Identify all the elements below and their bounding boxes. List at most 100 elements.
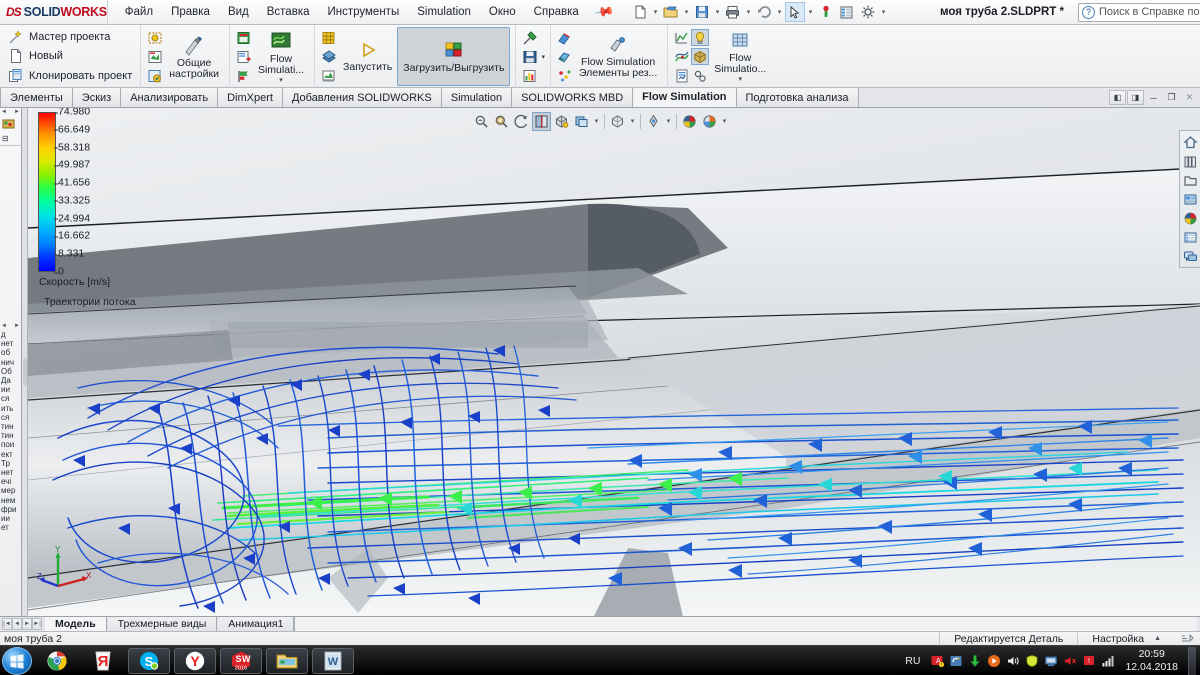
menu-item-tools[interactable]: Инструменты xyxy=(319,2,409,22)
open-document-caret-icon[interactable]: ▾ xyxy=(682,8,691,16)
taskbar-app-solidworks-2016[interactable]: S W 2016 xyxy=(220,647,262,674)
home-resources-icon[interactable] xyxy=(1181,133,1199,151)
view-settings-icon[interactable] xyxy=(700,112,719,131)
flow-simulation-button[interactable]: Flow Simulati... ▾ xyxy=(253,27,309,86)
undo-caret-icon[interactable]: ▾ xyxy=(775,8,784,16)
alert-icon[interactable]: ! xyxy=(1081,653,1096,668)
surface-plot-icon[interactable] xyxy=(556,48,574,65)
tab-evaluate[interactable]: Анализировать xyxy=(121,88,219,107)
tab-features[interactable]: Элементы xyxy=(0,88,73,107)
appearances-scenes-icon[interactable] xyxy=(1181,209,1199,227)
flow-trajectory-icon[interactable] xyxy=(673,48,691,65)
view-orientation-icon[interactable] xyxy=(552,112,571,131)
shield-icon[interactable] xyxy=(1024,653,1039,668)
fluid-subdomain-icon[interactable] xyxy=(146,48,164,65)
save-icon[interactable] xyxy=(692,2,712,22)
windows-start-icon[interactable] xyxy=(2,646,32,675)
antivirus-icon[interactable]: A! xyxy=(929,653,944,668)
taskbar-app-chrome[interactable] xyxy=(36,648,78,674)
file-explorer-icon[interactable] xyxy=(1181,171,1199,189)
open-document-icon[interactable] xyxy=(661,2,681,22)
view-settings-caret-icon[interactable]: ▾ xyxy=(720,117,729,125)
tab-solidworks-mbd[interactable]: SOLIDWORKS MBD xyxy=(512,88,634,107)
prev-tab-icon[interactable]: ◄ xyxy=(12,618,22,630)
component-control-icon[interactable] xyxy=(146,67,164,84)
run-button[interactable]: Запустить xyxy=(338,27,397,86)
prev-doc-icon[interactable]: ◧ xyxy=(1109,90,1126,105)
fm-tree-root-icon[interactable] xyxy=(0,116,21,134)
fm-nav-arrows[interactable]: ◄ ► xyxy=(0,108,21,116)
menu-item-file[interactable]: Файл xyxy=(116,2,162,22)
menu-item-window[interactable]: Окно xyxy=(480,2,525,22)
general-settings-button[interactable]: Общие настройки xyxy=(164,27,224,86)
taskbar-app-yandex-browser[interactable]: Y xyxy=(174,647,216,674)
custom-properties-icon[interactable] xyxy=(1181,228,1199,246)
pushpin-icon[interactable]: 📌 xyxy=(586,0,622,28)
status-configuration[interactable]: Настройка ▲ xyxy=(1077,631,1175,646)
solidworks-forum-icon[interactable] xyxy=(1181,247,1199,265)
settings-gear-icon[interactable] xyxy=(858,2,878,22)
edit-appearance-icon[interactable] xyxy=(644,112,663,131)
tab-solidworks-addins[interactable]: Добавления SOLIDWORKS xyxy=(282,88,442,107)
mute-speaker-icon[interactable] xyxy=(1062,653,1077,668)
undo-icon[interactable] xyxy=(754,2,774,22)
chart-icon[interactable] xyxy=(521,67,539,84)
taskbar-clock[interactable]: 20:59 12.04.2018 xyxy=(1119,648,1184,674)
menu-item-edit[interactable]: Правка xyxy=(162,2,219,22)
doc-minimize-icon[interactable]: ─ xyxy=(1145,90,1162,105)
fm-tree-expander[interactable]: ⊟ xyxy=(0,134,21,143)
zoom-to-area-icon[interactable] xyxy=(492,112,511,131)
flow-sim-dropdown-icon[interactable]: ▾ xyxy=(279,76,283,84)
download-arrow-icon[interactable] xyxy=(967,653,982,668)
results-dropdown-icon[interactable]: ▾ xyxy=(541,53,545,61)
first-tab-icon[interactable]: |◄ xyxy=(2,618,12,630)
select-icon[interactable] xyxy=(784,2,805,22)
clone-project-button[interactable]: Клонировать проект xyxy=(5,68,135,84)
display-model-icon[interactable] xyxy=(691,48,710,65)
goals-icon[interactable] xyxy=(235,48,253,65)
tray-language-indicator[interactable]: RU xyxy=(900,655,925,667)
section-view-icon[interactable] xyxy=(532,111,551,131)
taskbar-app-wordpad[interactable]: W xyxy=(312,647,354,674)
taskbar-app-file-explorer[interactable] xyxy=(266,647,308,674)
menu-item-help[interactable]: Справка xyxy=(525,2,588,22)
print-icon[interactable] xyxy=(723,2,743,22)
save-results-icon[interactable] xyxy=(521,48,539,65)
new-document-icon[interactable] xyxy=(630,2,650,22)
settings-caret-icon[interactable]: ▾ xyxy=(879,8,888,16)
cut-plot-icon[interactable] xyxy=(556,29,574,46)
probe-icon[interactable] xyxy=(521,29,539,46)
doc-tab-model[interactable]: Модель xyxy=(44,617,107,631)
graphics-viewport[interactable]: 74.980 66.649 58.318 49.987 41.656 33.32… xyxy=(28,108,1200,616)
options-grid-icon[interactable] xyxy=(837,2,857,22)
flow-display-dropdown-icon[interactable]: ▾ xyxy=(738,75,742,83)
doc-tab-animation1[interactable]: Анимация1 xyxy=(217,617,295,631)
media-player-icon[interactable] xyxy=(986,653,1001,668)
network-share-icon[interactable] xyxy=(1043,653,1058,668)
next-tab-icon[interactable]: ► xyxy=(22,618,32,630)
doc-tab-3d-views[interactable]: Трехмерные виды xyxy=(106,617,218,631)
tools-icon[interactable] xyxy=(691,67,709,84)
menu-item-simulation[interactable]: Simulation xyxy=(408,2,480,22)
feature-manager-panel[interactable]: ◄ ► ⊟ ◄ ► д нет об нич Об Да ии ся ить ся … xyxy=(0,108,22,616)
report-icon[interactable] xyxy=(673,67,691,84)
volume-icon[interactable] xyxy=(1005,653,1020,668)
tab-sketch[interactable]: Эскиз xyxy=(72,88,122,107)
select-caret-icon[interactable]: ▾ xyxy=(806,8,815,16)
lightbulb-icon[interactable] xyxy=(691,29,710,46)
xy-plot-icon[interactable] xyxy=(673,29,691,46)
help-search-box[interactable]: ? Поиск в Справке по SOLIDWORKS ⚲ ▾ xyxy=(1077,2,1200,22)
zoom-to-fit-icon[interactable] xyxy=(472,112,491,131)
show-desktop-button[interactable] xyxy=(1188,646,1196,675)
flags-icon[interactable] xyxy=(235,67,253,84)
menu-item-view[interactable]: Вид xyxy=(219,2,258,22)
last-tab-icon[interactable]: ►| xyxy=(32,618,42,630)
boundary-condition-icon[interactable] xyxy=(235,29,253,46)
computational-domain-icon[interactable] xyxy=(146,29,164,46)
apply-scene-icon[interactable] xyxy=(680,112,699,131)
menu-item-insert[interactable]: Вставка xyxy=(258,2,319,22)
design-library-icon[interactable] xyxy=(1181,152,1199,170)
previous-view-icon[interactable] xyxy=(512,112,531,131)
project-wizard-button[interactable]: Мастер проекта xyxy=(5,29,135,45)
next-doc-icon[interactable]: ◨ xyxy=(1127,90,1144,105)
